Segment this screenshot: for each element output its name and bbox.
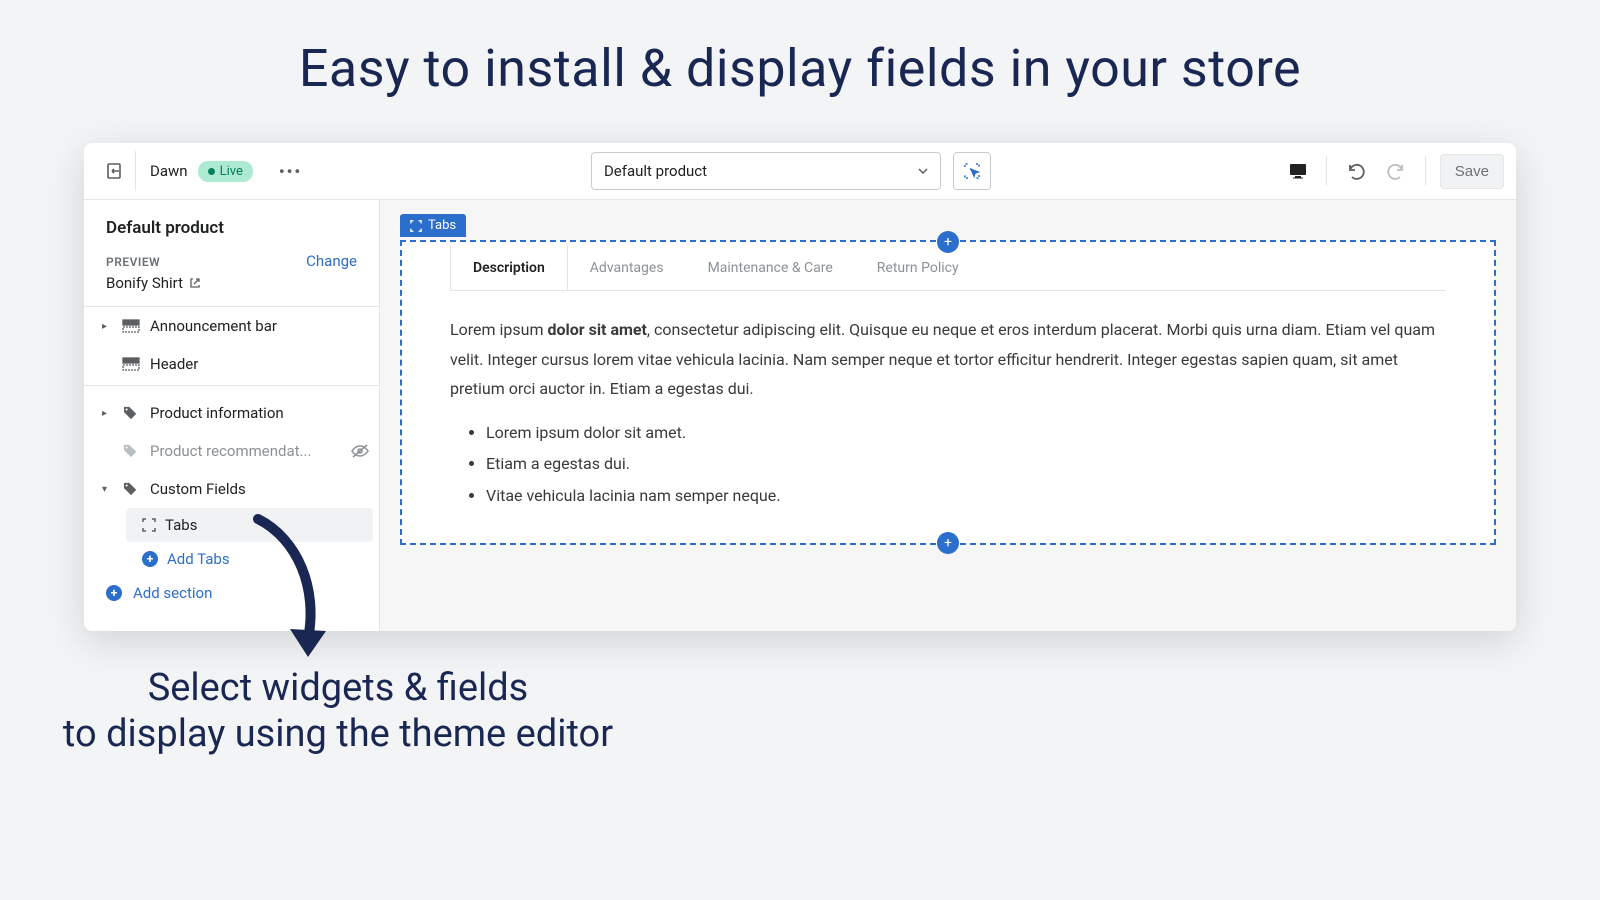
- sidebar-title: Default product: [106, 218, 357, 238]
- sidebar-item-announcement[interactable]: ▸ Announcement bar: [84, 307, 379, 345]
- sidebar-item-label: Product recommendat...: [150, 442, 311, 460]
- add-block-before-button[interactable]: +: [937, 231, 959, 253]
- caret-down-icon: [918, 168, 928, 174]
- tab-description[interactable]: Description: [450, 242, 568, 291]
- tab-return-policy[interactable]: Return Policy: [855, 242, 981, 290]
- change-preview-link[interactable]: Change: [306, 252, 357, 270]
- preview-canvas: Tabs + Description Advantages Maintenanc…: [380, 200, 1516, 631]
- fullscreen-icon: [142, 518, 156, 532]
- preview-product-link[interactable]: Bonify Shirt: [106, 274, 357, 292]
- section-bar-icon: [122, 357, 140, 371]
- selection-badge-label: Tabs: [428, 218, 456, 233]
- tag-icon: [122, 444, 140, 458]
- sidebar-item-label: Announcement bar: [150, 317, 277, 335]
- sidebar-block-label: Tabs: [165, 516, 197, 534]
- list-item: Lorem ipsum dolor sit amet.: [486, 418, 1446, 448]
- hidden-icon: [351, 444, 369, 458]
- sidebar-item-label: Header: [150, 355, 198, 373]
- live-label: Live: [220, 164, 243, 179]
- tab-content: Lorem ipsum dolor sit amet, consectetur …: [450, 315, 1446, 511]
- sidebar-item-product-info[interactable]: ▸ Product information: [84, 394, 379, 432]
- live-badge: Live: [198, 161, 253, 182]
- live-dot-icon: [208, 168, 215, 175]
- body-text: Lorem ipsum: [450, 320, 547, 339]
- sidebar-item-label: Custom Fields: [150, 480, 246, 498]
- hero-title: Easy to install & display fields in your…: [0, 0, 1600, 143]
- add-section-label: Add section: [133, 584, 212, 602]
- add-block-after-button[interactable]: +: [937, 532, 959, 554]
- sidebar-item-custom-fields[interactable]: ▾ Custom Fields: [84, 470, 379, 508]
- sidebar-item-product-rec[interactable]: Product recommendat...: [84, 432, 379, 470]
- redo-icon: [1387, 161, 1407, 181]
- sidebar-item-label: Product information: [150, 404, 284, 422]
- callout-arrow-icon: [228, 509, 348, 669]
- plus-circle-icon: +: [106, 585, 122, 601]
- list-item: Etiam a egestas dui.: [486, 449, 1446, 479]
- more-menu-button[interactable]: •••: [279, 162, 302, 181]
- exit-editor-button[interactable]: [96, 151, 136, 191]
- page-select-dropdown[interactable]: Default product: [591, 152, 941, 190]
- preview-label: PREVIEW: [106, 255, 160, 269]
- undo-button[interactable]: [1337, 153, 1373, 189]
- fullscreen-icon: [410, 220, 422, 232]
- theme-name: Dawn: [150, 162, 188, 180]
- tag-icon: [122, 406, 140, 420]
- sidebar-item-header[interactable]: Header: [84, 345, 379, 383]
- selection-badge: Tabs: [400, 214, 466, 237]
- redo-button[interactable]: [1379, 153, 1415, 189]
- page-select-value: Default product: [604, 162, 707, 180]
- external-link-icon: [189, 277, 201, 289]
- body-bold: dolor sit amet: [547, 320, 646, 339]
- save-button[interactable]: Save: [1440, 154, 1504, 189]
- plus-circle-icon: +: [142, 551, 158, 567]
- caption-text: Select widgets & fields to display using…: [48, 665, 628, 758]
- inspector-toggle-button[interactable]: [953, 152, 991, 190]
- tabs-widget-frame[interactable]: + Description Advantages Maintenance & C…: [400, 240, 1496, 545]
- section-bar-icon: [122, 319, 140, 333]
- caption-line2: to display using the theme editor: [63, 712, 613, 756]
- desktop-icon: [1288, 163, 1308, 179]
- undo-icon: [1345, 161, 1365, 181]
- tab-advantages[interactable]: Advantages: [568, 242, 686, 290]
- caret-down-icon: ▾: [102, 484, 112, 495]
- add-tabs-label: Add Tabs: [167, 550, 230, 568]
- caret-right-icon: ▸: [102, 321, 112, 332]
- desktop-view-button[interactable]: [1280, 153, 1316, 189]
- topbar: Dawn Live ••• Default product: [84, 143, 1516, 200]
- caption-line1: Select widgets & fields: [148, 666, 529, 710]
- inspector-icon: [963, 162, 981, 180]
- tag-icon: [122, 482, 140, 496]
- caret-right-icon: ▸: [102, 408, 112, 419]
- preview-product-name: Bonify Shirt: [106, 274, 183, 292]
- exit-icon: [104, 161, 124, 181]
- list-item: Vitae vehicula lacinia nam semper neque.: [486, 481, 1446, 511]
- tab-maintenance[interactable]: Maintenance & Care: [686, 242, 855, 290]
